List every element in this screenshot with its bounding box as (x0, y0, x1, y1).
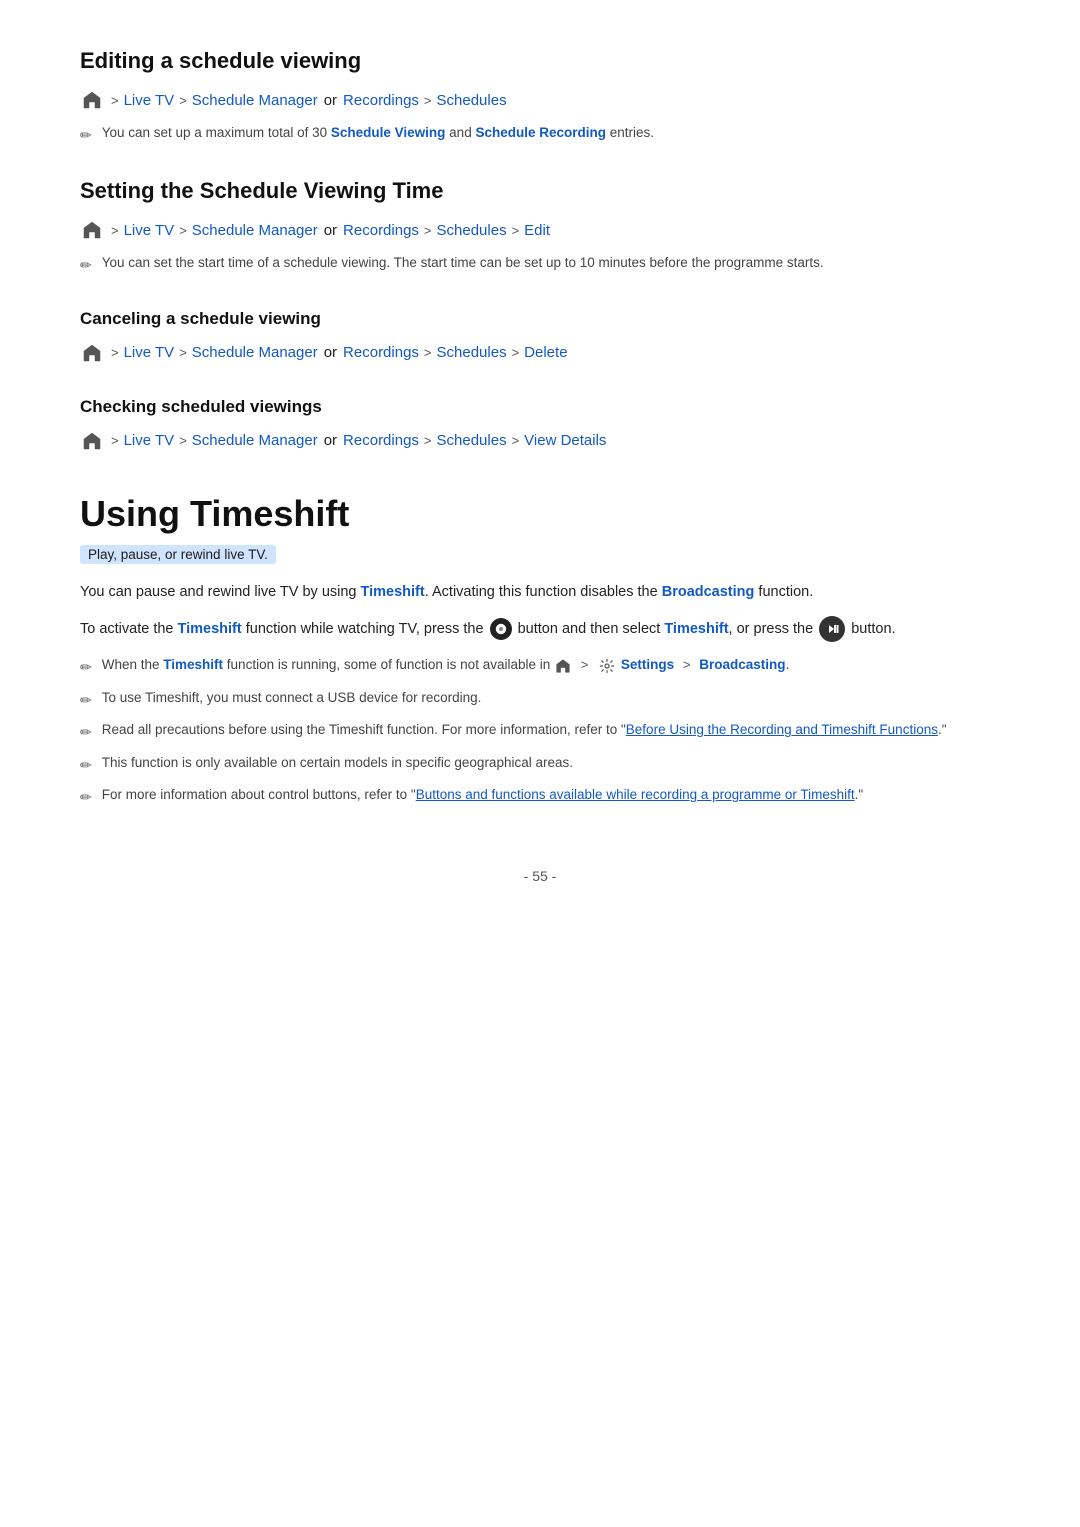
nav-live-tv-4[interactable]: Live TV (124, 432, 175, 449)
pencil-icon-t1: ✏ (80, 656, 92, 678)
canceling-schedule-heading: Canceling a schedule viewing (80, 309, 1000, 329)
pencil-icon-1: ✏ (80, 124, 92, 146)
setting-schedule-nav: > Live TV > Schedule Manager or Recordin… (80, 218, 1000, 242)
nav-schedules-1[interactable]: Schedules (437, 92, 507, 109)
nav-recordings-4[interactable]: Recordings (343, 432, 419, 449)
before-using-link[interactable]: Before Using the Recording and Timeshift… (626, 722, 938, 737)
page-number: - 55 - (80, 868, 1000, 884)
nav-schedule-manager-1[interactable]: Schedule Manager (192, 92, 318, 109)
checking-schedule-heading: Checking scheduled viewings (80, 397, 1000, 417)
pencil-icon-t4: ✏ (80, 754, 92, 776)
editing-schedule-heading: Editing a schedule viewing (80, 48, 1000, 74)
bullet-item-2: ✏ To use Timeshift, you must connect a U… (80, 687, 1000, 711)
pencil-icon-t5: ✏ (80, 786, 92, 808)
nav-schedule-manager-2[interactable]: Schedule Manager (192, 222, 318, 239)
canceling-schedule-nav: > Live TV > Schedule Manager or Recordin… (80, 341, 1000, 365)
play-pause-button-icon (819, 616, 845, 642)
home-icon-3 (80, 341, 104, 365)
timeshift-bullet-list: ✏ When the Timeshift function is running… (80, 654, 1000, 808)
nav-schedules-4[interactable]: Schedules (437, 432, 507, 449)
checking-schedule-nav: > Live TV > Schedule Manager or Recordin… (80, 429, 1000, 453)
setting-schedule-heading: Setting the Schedule Viewing Time (80, 178, 1000, 204)
settings-icon-inline (598, 657, 616, 675)
checking-schedule-section: Checking scheduled viewings > Live TV > … (80, 397, 1000, 453)
nav-recordings-1[interactable]: Recordings (343, 92, 419, 109)
pencil-icon-t3: ✏ (80, 721, 92, 743)
bullet-item-5: ✏ For more information about control but… (80, 784, 1000, 808)
timeshift-heading: Using Timeshift (80, 493, 1000, 535)
buttons-functions-link[interactable]: Buttons and functions available while re… (416, 787, 855, 802)
nav-recordings-3[interactable]: Recordings (343, 344, 419, 361)
nav-live-tv-1[interactable]: Live TV (124, 92, 175, 109)
nav-schedules-3[interactable]: Schedules (437, 344, 507, 361)
nav-edit[interactable]: Edit (524, 222, 550, 239)
setting-schedule-note: ✏ You can set the start time of a schedu… (80, 252, 1000, 276)
nav-delete[interactable]: Delete (524, 344, 567, 361)
timeshift-body1: You can pause and rewind live TV by usin… (80, 580, 1000, 605)
using-timeshift-section: Using Timeshift Play, pause, or rewind l… (80, 493, 1000, 809)
canceling-schedule-section: Canceling a schedule viewing > Live TV >… (80, 309, 1000, 365)
nav-view-details[interactable]: View Details (524, 432, 606, 449)
nav-schedule-manager-4[interactable]: Schedule Manager (192, 432, 318, 449)
nav-live-tv-2[interactable]: Live TV (124, 222, 175, 239)
home-icon-2 (80, 218, 104, 242)
timeshift-subtitle: Play, pause, or rewind live TV. (80, 545, 276, 564)
editing-schedule-note: ✏ You can set up a maximum total of 30 S… (80, 122, 1000, 146)
nav-recordings-2[interactable]: Recordings (343, 222, 419, 239)
nav-schedule-manager-3[interactable]: Schedule Manager (192, 344, 318, 361)
nav-schedules-2[interactable]: Schedules (437, 222, 507, 239)
bullet-item-4: ✏ This function is only available on cer… (80, 752, 1000, 776)
bullet-item-1: ✏ When the Timeshift function is running… (80, 654, 1000, 678)
bullet-item-3: ✏ Read all precautions before using the … (80, 719, 1000, 743)
setting-schedule-section: Setting the Schedule Viewing Time > Live… (80, 178, 1000, 276)
nav-live-tv-3[interactable]: Live TV (124, 344, 175, 361)
editing-schedule-nav: > Live TV > Schedule Manager or Recordin… (80, 88, 1000, 112)
pencil-icon-2: ✏ (80, 254, 92, 276)
editing-schedule-section: Editing a schedule viewing > Live TV > S… (80, 48, 1000, 146)
pencil-icon-t2: ✏ (80, 689, 92, 711)
select-button-icon (490, 618, 512, 640)
home-icon-inline (554, 657, 572, 675)
timeshift-body2: To activate the Timeshift function while… (80, 616, 1000, 642)
home-icon (80, 88, 104, 112)
home-icon-4 (80, 429, 104, 453)
